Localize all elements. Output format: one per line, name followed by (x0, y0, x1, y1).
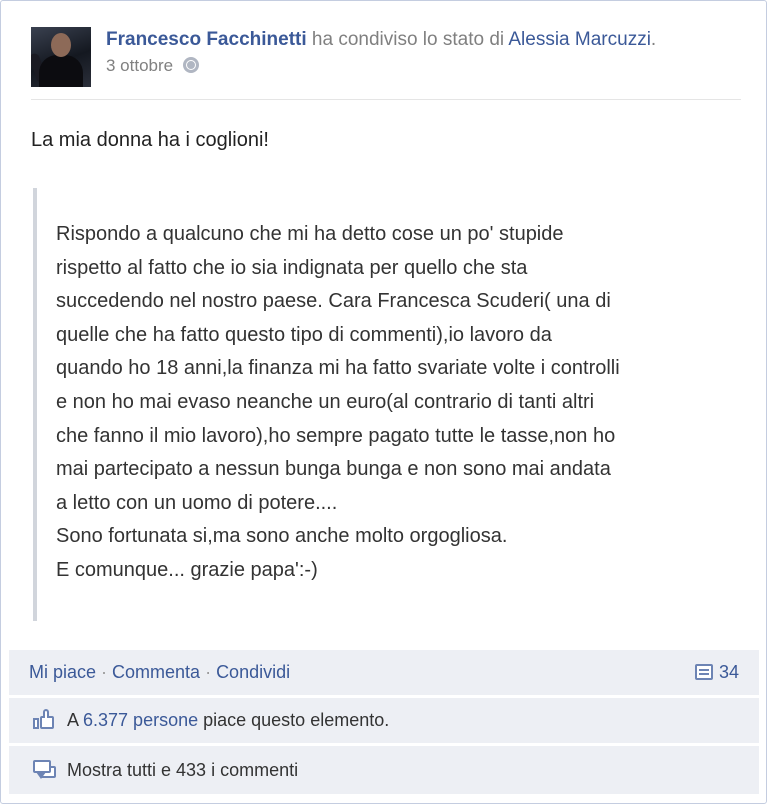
action-bar: Mi piace · Commenta · Condividi 34 (9, 650, 759, 695)
shared-status-quote: Rispondo a qualcuno che mi ha detto cose… (33, 188, 745, 621)
globe-icon[interactable] (183, 57, 200, 73)
view-all-comments-link[interactable]: Mostra tutti e 433 i commenti (67, 760, 298, 781)
story-card: Francesco Facchinetti ha condiviso lo st… (0, 0, 767, 804)
post-meta: 3 ottobre (106, 55, 200, 77)
status-message: La mia donna ha i coglioni! (31, 129, 269, 151)
likes-row: A 6.377 persone piace questo elemento. (9, 698, 759, 743)
author-link[interactable]: Francesco Facchinetti (106, 29, 307, 50)
action-text: ha condiviso lo stato di (306, 29, 509, 50)
likes-prefix: A (67, 710, 84, 730)
story-headline: Francesco Facchinetti ha condiviso lo st… (106, 28, 656, 52)
quoted-text: Rispondo a qualcuno che mi ha detto cose… (56, 223, 620, 581)
comments-row: Mostra tutti e 433 i commenti (9, 746, 759, 794)
share-count[interactable]: 34 (694, 662, 739, 683)
shared-from-link[interactable]: Alessia Marcuzzi (508, 29, 651, 50)
story-header: Francesco Facchinetti ha condiviso lo st… (31, 27, 741, 100)
share-link[interactable]: Condividi (216, 662, 290, 682)
share-icon (694, 664, 713, 680)
timestamp-link[interactable]: 3 ottobre (106, 56, 173, 75)
like-link[interactable]: Mi piace (29, 662, 96, 682)
thumbs-up-icon (33, 709, 57, 731)
separator: · (205, 662, 212, 682)
likes-count-link[interactable]: 6.377 persone (83, 710, 198, 730)
comment-link[interactable]: Commenta (112, 662, 200, 682)
likes-suffix: piace questo elemento. (198, 710, 390, 730)
separator: · (101, 662, 108, 682)
comment-bubble-icon (33, 760, 57, 782)
share-count-value: 34 (718, 662, 739, 682)
action-suffix: . (650, 29, 657, 50)
avatar[interactable] (31, 27, 91, 87)
